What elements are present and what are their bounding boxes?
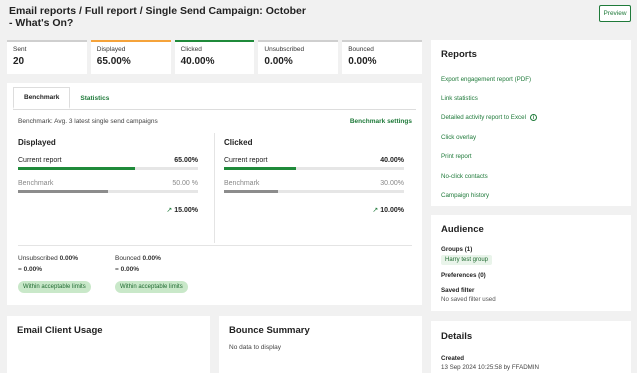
link-statistics-link[interactable]: Link statistics: [441, 95, 478, 102]
clicked-title: Clicked: [224, 138, 253, 147]
stat-card-displayed: Displayed 65.00%: [90, 40, 171, 74]
displayed-title: Displayed: [18, 138, 56, 147]
benchmark-settings-link[interactable]: Benchmark settings: [350, 118, 412, 125]
tab-statistics[interactable]: Statistics: [70, 87, 119, 109]
current-report-value: 40.00%: [380, 157, 404, 164]
audience-card: Audience Groups (1) Harry test group Pre…: [431, 215, 631, 311]
clicked-benchmark-bar-fill: [224, 190, 278, 193]
stat-value: 0.00%: [348, 56, 377, 67]
campaign-history-link[interactable]: Campaign history: [441, 192, 489, 199]
stats-row: Sent 20 Displayed 65.00% Clicked 40.00% …: [7, 40, 422, 74]
stat-value: 0.00%: [264, 56, 293, 67]
stat-label: Unsubscribed: [264, 46, 305, 53]
section-divider: [18, 245, 412, 246]
unsubscribed-benchmark-line: = 0.00%: [18, 266, 78, 273]
clicked-difference-value: 10.00%: [380, 207, 404, 214]
displayed-benchmark-bar-fill: [18, 190, 108, 193]
stat-value: 20: [13, 56, 25, 67]
bounced-value: 0.00%: [142, 255, 161, 262]
clicked-difference: ↗ 10.00%: [224, 206, 404, 214]
clicked-current-bar: [224, 167, 404, 170]
clicked-benchmark-bar: [224, 190, 404, 193]
unsubscribed-summary: Unsubscribed 0.00% = 0.00%: [18, 255, 78, 273]
bounced-label: Bounced: [115, 255, 141, 262]
unsubscribed-line: Unsubscribed 0.00%: [18, 255, 78, 262]
details-card: Details Created 13 Sep 2024 10:25:58 by …: [431, 321, 631, 373]
trend-up-icon: ↗: [166, 207, 173, 214]
bounced-line: Bounced 0.00%: [115, 255, 161, 262]
displayed-column: Displayed Current report 65.00% Benchmar…: [18, 138, 198, 214]
page-title: Email reports / Full report / Single Sen…: [9, 5, 306, 29]
detailed-activity-excel-link[interactable]: Detailed activity report to Excel: [441, 114, 526, 121]
benchmark-label: Benchmark: [224, 180, 260, 187]
export-engagement-link[interactable]: Export engagement report (PDF): [441, 76, 531, 83]
created-label: Created: [441, 355, 465, 362]
benchmark-value: 30.00%: [380, 180, 404, 187]
bounce-summary-card: Bounce Summary No data to display: [219, 316, 422, 373]
trend-up-icon: ↗: [372, 207, 379, 214]
preview-button[interactable]: Preview: [599, 5, 631, 22]
benchmark-description: Benchmark: Avg. 3 latest single send cam…: [18, 118, 158, 125]
bounced-summary: Bounced 0.00% = 0.00%: [115, 255, 161, 273]
equals-sign: =: [115, 266, 119, 273]
audience-title: Audience: [441, 224, 484, 235]
displayed-benchmark-bar: [18, 190, 198, 193]
info-icon[interactable]: i: [529, 114, 537, 121]
stat-label: Sent: [13, 46, 27, 53]
displayed-difference: ↗ 15.00%: [18, 206, 198, 214]
displayed-difference-value: 15.00%: [174, 207, 198, 214]
stat-value: 65.00%: [96, 56, 131, 67]
bounce-summary-title: Bounce Summary: [229, 325, 310, 336]
details-title: Details: [441, 331, 473, 342]
preferences-label: Preferences (0): [441, 272, 486, 279]
email-client-usage-card: Email Client Usage: [7, 316, 210, 373]
saved-filter-label: Saved filter: [441, 287, 475, 294]
benchmark-label: Benchmark: [18, 180, 54, 187]
benchmark-tabs: Benchmark Statistics: [13, 87, 119, 109]
benchmark-panel: Benchmark Statistics Benchmark: Avg. 3 l…: [7, 83, 422, 305]
stat-card-clicked: Clicked 40.00%: [174, 40, 255, 74]
clicked-column: Clicked Current report 40.00% Benchmark …: [224, 138, 404, 214]
clicked-benchmark-row: Benchmark 30.00%: [224, 180, 404, 187]
print-report-link[interactable]: Print report: [441, 153, 472, 160]
unsubscribed-status-badge: Within acceptable limits: [18, 281, 91, 293]
no-click-contacts-link[interactable]: No-click contacts: [441, 173, 488, 180]
bounced-benchmark: 0.00%: [120, 266, 140, 273]
bounced-benchmark-line: = 0.00%: [115, 266, 161, 273]
tab-benchmark[interactable]: Benchmark: [13, 87, 71, 109]
column-divider: [214, 133, 215, 243]
displayed-current-bar: [18, 167, 198, 170]
equals-sign: =: [18, 266, 22, 273]
current-report-value: 65.00%: [174, 157, 198, 164]
stat-card-sent: Sent 20: [7, 40, 87, 74]
stat-label: Clicked: [180, 46, 202, 53]
unsubscribed-value: 0.00%: [59, 255, 78, 262]
reports-card: Reports Export engagement report (PDF) L…: [431, 40, 631, 206]
displayed-current-row: Current report 65.00%: [18, 157, 198, 164]
stat-value: 40.00%: [180, 56, 215, 67]
clicked-current-row: Current report 40.00%: [224, 157, 404, 164]
unsubscribed-label: Unsubscribed: [18, 255, 58, 262]
saved-filter-value: No saved filter used: [441, 296, 496, 303]
reports-title: Reports: [441, 49, 477, 60]
created-value: 13 Sep 2024 10:25:58 by FFADMIN: [441, 364, 540, 371]
click-overlay-link[interactable]: Click overlay: [441, 134, 476, 141]
stat-card-bounced: Bounced 0.00%: [342, 40, 422, 74]
groups-label: Groups (1): [441, 246, 473, 253]
displayed-benchmark-row: Benchmark 50.00 %: [18, 180, 198, 187]
stat-card-unsubscribed: Unsubscribed 0.00%: [258, 40, 339, 74]
stat-label: Displayed: [96, 46, 126, 53]
benchmark-value: 50.00 %: [172, 180, 198, 187]
stat-label: Bounced: [348, 46, 374, 53]
current-report-label: Current report: [224, 157, 268, 164]
bounce-summary-empty: No data to display: [229, 344, 282, 351]
group-tag[interactable]: Harry test group: [441, 255, 493, 265]
tabs-divider: [13, 109, 416, 110]
bounced-status-badge: Within acceptable limits: [115, 281, 188, 293]
unsubscribed-benchmark: 0.00%: [23, 266, 43, 273]
clicked-current-bar-fill: [224, 167, 296, 170]
displayed-current-bar-fill: [18, 167, 135, 170]
current-report-label: Current report: [18, 157, 62, 164]
email-client-usage-title: Email Client Usage: [17, 325, 103, 336]
